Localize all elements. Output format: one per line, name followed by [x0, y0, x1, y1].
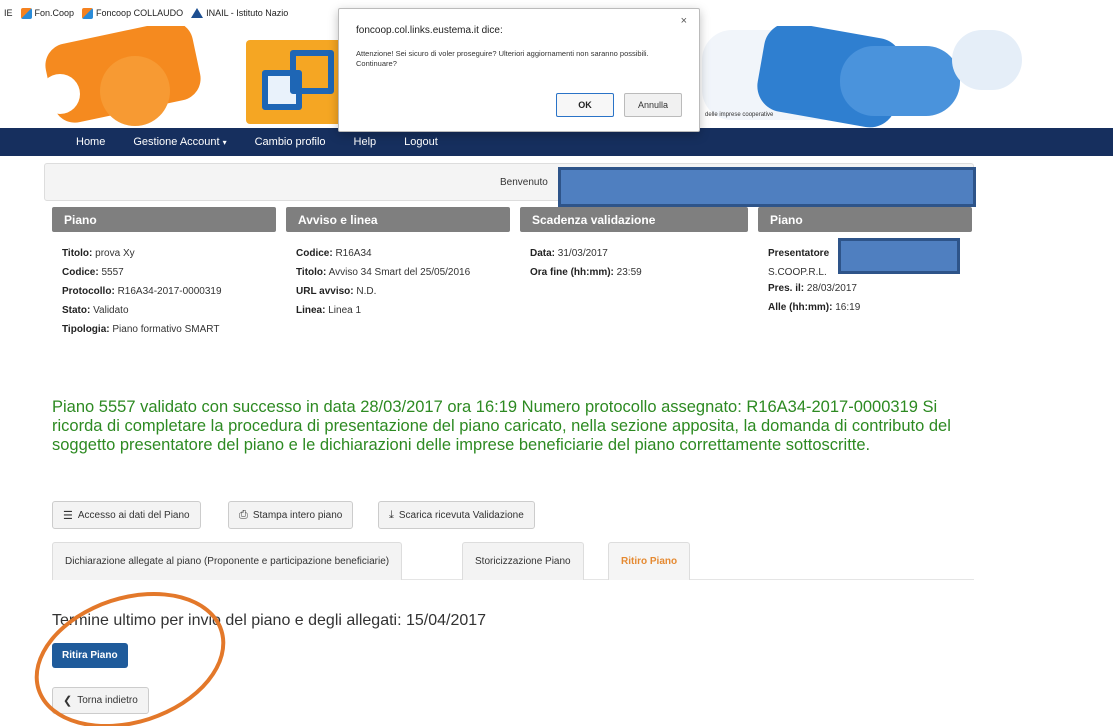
- success-message: Piano 5557 validato con successo in data…: [52, 398, 951, 454]
- caret-down-icon: ▾: [222, 138, 227, 147]
- detail-label: Protocollo:: [62, 286, 115, 297]
- dialog-title: foncoop.col.links.eustema.it dice:: [356, 25, 503, 36]
- detail-value: Validato: [93, 305, 129, 316]
- detail-value: 5557: [101, 267, 124, 278]
- tab-ritiro-piano[interactable]: Ritiro Piano: [608, 542, 691, 580]
- detail-label: Codice:: [62, 267, 99, 278]
- detail-value: 28/03/2017: [806, 283, 857, 294]
- detail-value: 31/03/2017: [557, 248, 608, 259]
- foncoop-icon: [20, 7, 32, 19]
- scarica-ricevuta-button[interactable]: ⤓ Scarica ricevuta Validazione: [378, 501, 535, 529]
- detail-row: Codice: 5557: [62, 267, 222, 286]
- detail-label: URL avviso:: [296, 286, 354, 297]
- tab-bar: Dichiarazione allegate al piano (Propone…: [52, 540, 974, 580]
- detail-row: Alle (hh:mm): 16:19: [768, 302, 860, 321]
- detail-value: R16A34-2017-0000319: [117, 286, 222, 297]
- close-icon[interactable]: ×: [681, 15, 687, 27]
- bookmark-label: Fon.Coop: [34, 8, 75, 18]
- detail-value: Piano formativo SMART: [112, 324, 220, 335]
- annotation-ellipse: [17, 568, 243, 726]
- button-label: Stampa intero piano: [252, 509, 343, 521]
- avviso-details: Codice: R16A34 Titolo: Avviso 34 Smart d…: [296, 248, 470, 324]
- inail-icon: [191, 8, 204, 18]
- bookmark-label: Foncoop COLLAUDO: [96, 8, 184, 18]
- button-label: Scarica ricevuta Validazione: [398, 509, 524, 521]
- stampa-piano-button[interactable]: ⎙ Stampa intero piano: [228, 501, 354, 529]
- bookmark-label: INAIL - Istituto Nazio: [206, 8, 289, 18]
- panel-head-avviso: Avviso e linea: [286, 207, 510, 232]
- nav-label: Gestione Account: [133, 136, 220, 148]
- list-icon: ☰: [63, 509, 73, 522]
- detail-label: Linea:: [296, 305, 326, 316]
- detail-label: Data:: [530, 248, 556, 259]
- bookmark-foncoop[interactable]: Fon.Coop: [20, 7, 75, 19]
- ok-button[interactable]: OK: [556, 93, 614, 117]
- bookmark-ie[interactable]: IE: [4, 8, 13, 18]
- foncoop-icon: [82, 7, 94, 19]
- tab-dichiarazione[interactable]: Dichiarazione allegate al piano (Propone…: [52, 542, 403, 580]
- bookmark-foncoop-collaudo[interactable]: Foncoop COLLAUDO: [82, 7, 184, 19]
- header-tagline: delle imprese cooperative: [705, 112, 774, 118]
- detail-row: Titolo: prova Xy: [62, 248, 222, 267]
- nav-home[interactable]: Home: [76, 136, 105, 148]
- detail-label: Alle (hh:mm):: [768, 302, 833, 313]
- accesso-dati-button[interactable]: ☰ Accesso ai dati del Piano: [52, 501, 201, 529]
- detail-row: Tipologia: Piano formativo SMART: [62, 324, 222, 343]
- detail-row: Linea: Linea 1: [296, 305, 470, 324]
- detail-row: URL avviso: N.D.: [296, 286, 470, 305]
- detail-value: prova Xy: [95, 248, 135, 259]
- detail-value: Linea 1: [328, 305, 362, 316]
- cancel-button[interactable]: Annulla: [624, 93, 682, 117]
- redaction-box: [558, 167, 976, 207]
- print-icon: ⎙: [239, 508, 248, 521]
- detail-row: Ora fine (hh:mm): 23:59: [530, 267, 642, 286]
- detail-label: Ora fine (hh:mm):: [530, 267, 614, 278]
- detail-row: Pres. il: 28/03/2017: [768, 283, 860, 302]
- detail-label: Stato:: [62, 305, 91, 316]
- puzzle-piece-orange: [100, 56, 170, 126]
- detail-row: Protocollo: R16A34-2017-0000319: [62, 286, 222, 305]
- nav-cambio-profilo[interactable]: Cambio profilo: [255, 136, 326, 148]
- detail-label: Titolo:: [296, 267, 327, 278]
- nav-help[interactable]: Help: [354, 136, 377, 148]
- detail-label: Titolo:: [62, 248, 93, 259]
- confirm-dialog: foncoop.col.links.eustema.it dice: × Att…: [338, 8, 700, 132]
- nav-gestione-account[interactable]: Gestione Account ▾: [133, 136, 226, 148]
- nav-logout[interactable]: Logout: [404, 136, 438, 148]
- detail-value: Avviso 34 Smart del 25/05/2016: [328, 267, 471, 278]
- detail-value: N.D.: [356, 286, 377, 297]
- detail-label: Tipologia:: [62, 324, 110, 335]
- panel-head-scadenza: Scadenza validazione: [520, 207, 748, 232]
- detail-value: 23:59: [616, 267, 642, 278]
- button-label: Accesso ai dati del Piano: [77, 509, 190, 521]
- redaction-box: [838, 238, 960, 274]
- bookmark-inail[interactable]: INAIL - Istituto Nazio: [191, 8, 288, 18]
- detail-label: Pres. il:: [768, 283, 805, 294]
- puzzle-piece-blue: [840, 46, 960, 116]
- download-icon: ⤓: [389, 508, 394, 521]
- detail-value: R16A34: [335, 248, 372, 259]
- scadenza-details: Data: 31/03/2017 Ora fine (hh:mm): 23:59: [530, 248, 642, 286]
- bookmark-label: IE: [4, 8, 13, 18]
- detail-label: Codice:: [296, 248, 333, 259]
- detail-row: Data: 31/03/2017: [530, 248, 642, 267]
- detail-row: Titolo: Avviso 34 Smart del 25/05/2016: [296, 267, 470, 286]
- detail-value: 16:19: [835, 302, 861, 313]
- welcome-text: Benvenuto: [500, 176, 548, 188]
- panel-head-piano: Piano: [52, 207, 276, 232]
- dialog-message: Attenzione! Sei sicuro di voler prosegui…: [356, 49, 649, 68]
- panel-head-piano-2: Piano: [758, 207, 972, 232]
- puzzle-hole: [40, 74, 80, 114]
- detail-label: Presentatore: [768, 248, 830, 259]
- logo-square: [290, 50, 334, 94]
- piano-details: Titolo: prova Xy Codice: 5557 Protocollo…: [62, 248, 222, 343]
- detail-row: Stato: Validato: [62, 305, 222, 324]
- tab-storicizzazione[interactable]: Storicizzazione Piano: [462, 542, 584, 580]
- detail-row: Codice: R16A34: [296, 248, 470, 267]
- company-name: S.COOP.R.L.: [768, 267, 827, 278]
- main-nav: Home Gestione Account ▾ Cambio profilo He…: [0, 128, 1113, 156]
- puzzle-piece-white: [952, 30, 1022, 90]
